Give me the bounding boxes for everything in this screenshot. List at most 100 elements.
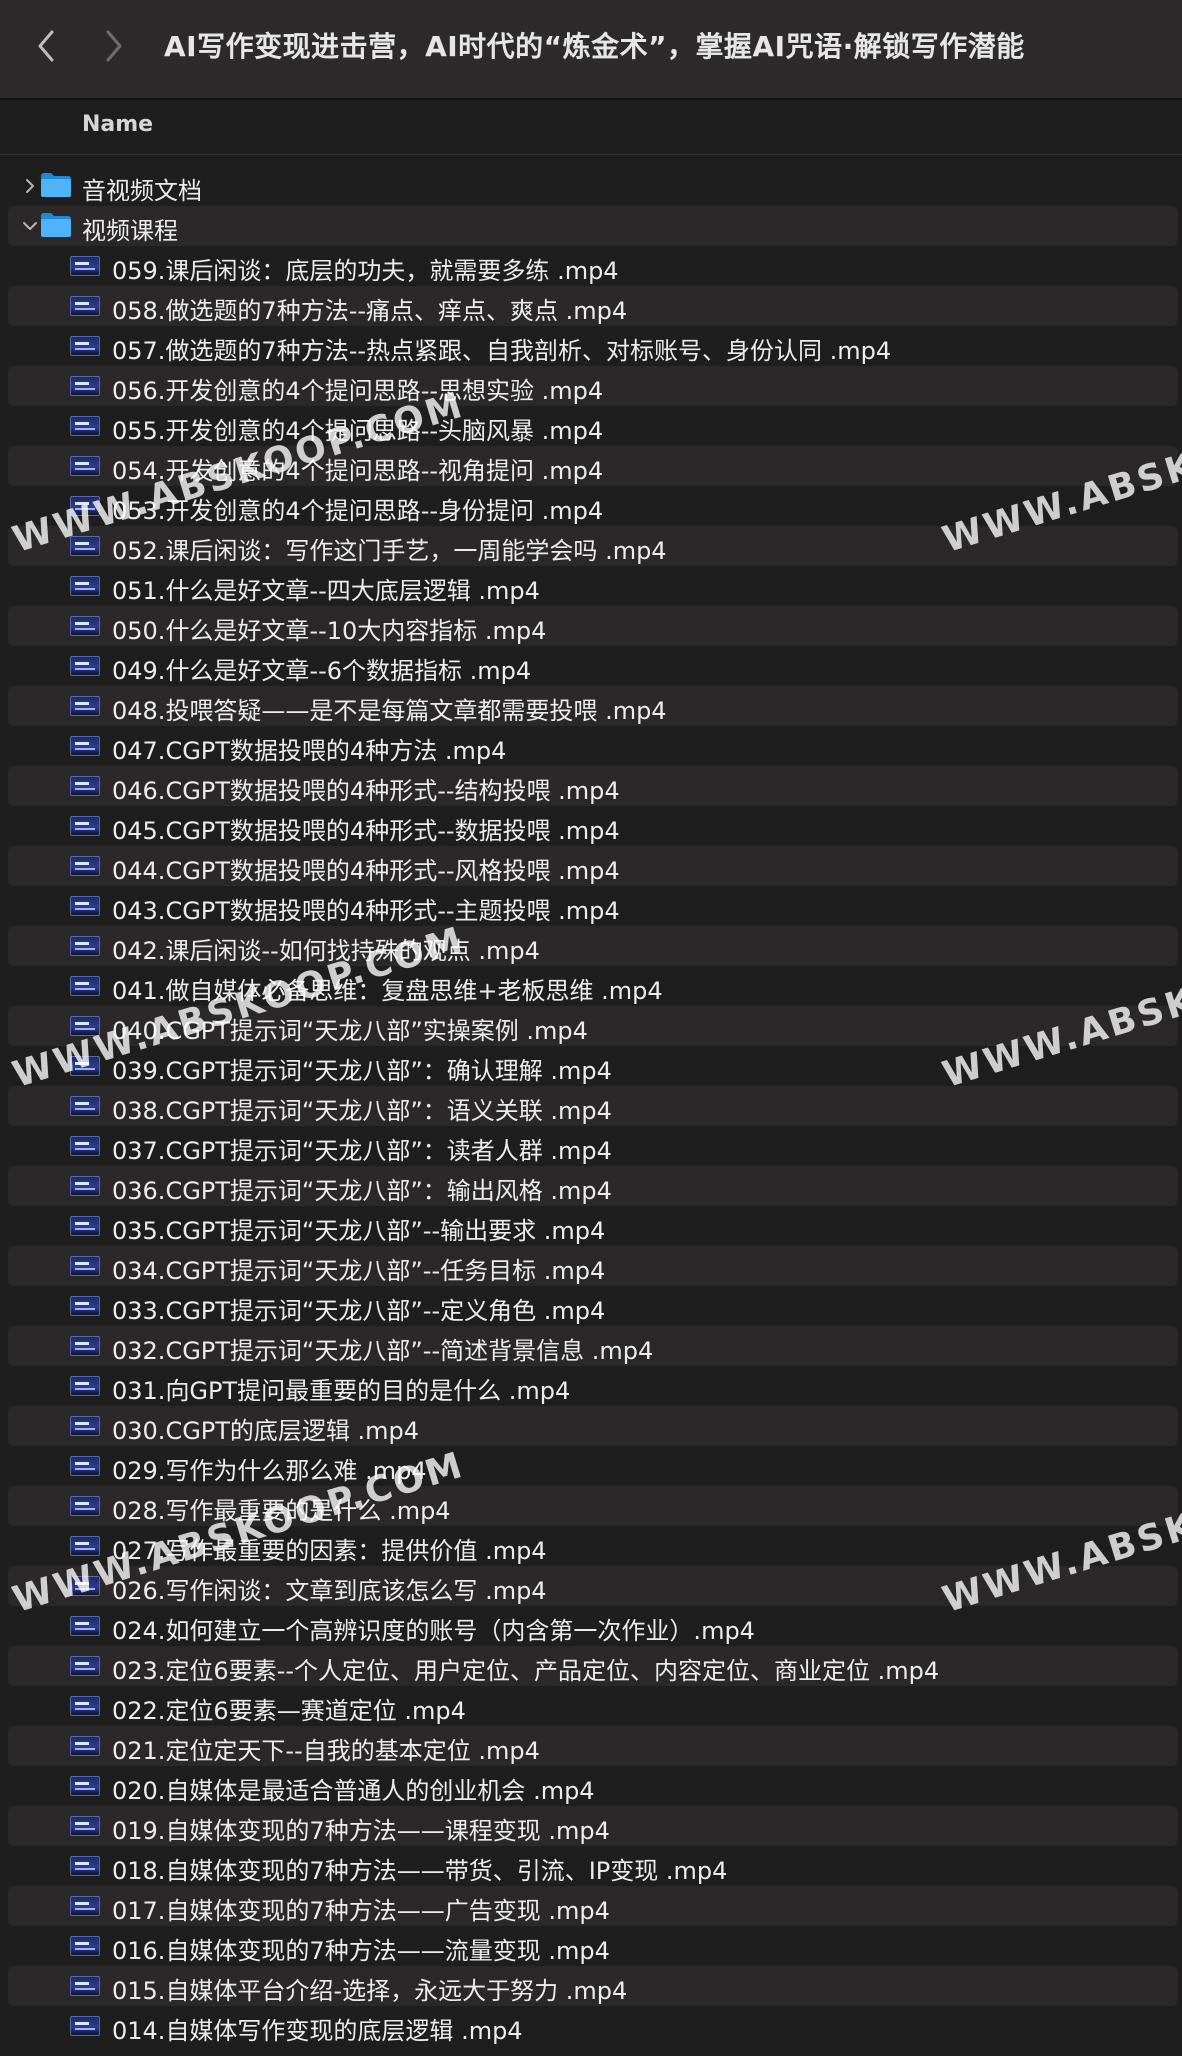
file-row[interactable]: 050.什么是好文章--10大内容指标 .mp4 bbox=[8, 606, 1178, 646]
video-thumbnail-icon bbox=[70, 1696, 100, 1716]
video-thumbnail-icon bbox=[70, 576, 100, 596]
forward-button[interactable] bbox=[94, 26, 134, 66]
file-row[interactable]: 057.做选题的7种方法--热点紧跟、自我剖析、对标账号、身份认同 .mp4 bbox=[8, 326, 1178, 366]
file-label: 054.开发创意的4个提问思路--视角提问 .mp4 bbox=[112, 457, 604, 485]
file-label: 032.CGPT提示词“天龙八部”--简述背景信息 .mp4 bbox=[112, 1337, 654, 1365]
file-row[interactable]: 016.自媒体变现的7种方法——流量变现 .mp4 bbox=[8, 1926, 1178, 1966]
video-thumbnail-icon bbox=[70, 336, 100, 356]
file-row[interactable]: 022.定位6要素—赛道定位 .mp4 bbox=[8, 1686, 1178, 1726]
file-label: 058.做选题的7种方法--痛点、痒点、爽点 .mp4 bbox=[112, 297, 628, 325]
video-thumbnail-icon bbox=[70, 1176, 100, 1196]
file-row[interactable]: 032.CGPT提示词“天龙八部”--简述背景信息 .mp4 bbox=[8, 1326, 1178, 1366]
file-row[interactable]: 051.什么是好文章--四大底层逻辑 .mp4 bbox=[8, 566, 1178, 606]
disclosure-toggle[interactable] bbox=[18, 214, 42, 238]
file-label: 040.CGPT提示词“天龙八部”实操案例 .mp4 bbox=[112, 1017, 588, 1045]
back-button[interactable] bbox=[26, 26, 66, 66]
file-row[interactable]: 030.CGPT的底层逻辑 .mp4 bbox=[8, 1406, 1178, 1446]
video-thumbnail-icon bbox=[70, 1456, 100, 1476]
file-label: 052.课后闲谈：写作这门手艺，一周能学会吗 .mp4 bbox=[112, 537, 667, 565]
file-row[interactable]: 039.CGPT提示词“天龙八部”：确认理解 .mp4 bbox=[8, 1046, 1178, 1086]
file-row[interactable]: 040.CGPT提示词“天龙八部”实操案例 .mp4 bbox=[8, 1006, 1178, 1046]
file-row[interactable]: 024.如何建立一个高辨识度的账号（内含第一次作业）.mp4 bbox=[8, 1606, 1178, 1646]
video-thumbnail-icon bbox=[70, 1816, 100, 1836]
folder-row[interactable]: 视频课程 bbox=[8, 206, 1178, 246]
file-row[interactable]: 036.CGPT提示词“天龙八部”：输出风格 .mp4 bbox=[8, 1166, 1178, 1206]
file-row[interactable]: 028.写作最重要的是什么 .mp4 bbox=[8, 1486, 1178, 1526]
file-label: 033.CGPT提示词“天龙八部”--定义角色 .mp4 bbox=[112, 1297, 606, 1325]
file-row[interactable]: 053.开发创意的4个提问思路--身份提问 .mp4 bbox=[8, 486, 1178, 526]
video-thumbnail-icon bbox=[70, 936, 100, 956]
file-row[interactable]: 034.CGPT提示词“天龙八部”--任务目标 .mp4 bbox=[8, 1246, 1178, 1286]
file-label: 034.CGPT提示词“天龙八部”--任务目标 .mp4 bbox=[112, 1257, 606, 1285]
file-row[interactable]: 047.CGPT数据投喂的4种方法 .mp4 bbox=[8, 726, 1178, 766]
chevron-right-icon bbox=[106, 30, 122, 62]
file-row[interactable]: 026.写作闲谈：文章到底该怎么写 .mp4 bbox=[8, 1566, 1178, 1606]
file-row[interactable]: 031.向GPT提问最重要的目的是什么 .mp4 bbox=[8, 1366, 1178, 1406]
video-thumbnail-icon bbox=[70, 856, 100, 876]
file-row[interactable]: 045.CGPT数据投喂的4种形式--数据投喂 .mp4 bbox=[8, 806, 1178, 846]
file-row[interactable]: 059.课后闲谈：底层的功夫，就需要多练 .mp4 bbox=[8, 246, 1178, 286]
folder-row[interactable]: 音视频文档 bbox=[8, 166, 1178, 206]
file-row[interactable]: 044.CGPT数据投喂的4种形式--风格投喂 .mp4 bbox=[8, 846, 1178, 886]
file-label: 027.写作最重要的因素：提供价值 .mp4 bbox=[112, 1537, 547, 1565]
file-row[interactable]: 042.课后闲谈--如何找持殊的观点 .mp4 bbox=[8, 926, 1178, 966]
file-label: 046.CGPT数据投喂的4种形式--结构投喂 .mp4 bbox=[112, 777, 620, 805]
video-thumbnail-icon bbox=[70, 1056, 100, 1076]
file-label: 023.定位6要素--个人定位、用户定位、产品定位、内容定位、商业定位 .mp4 bbox=[112, 1657, 940, 1685]
file-row[interactable]: 029.写作为什么那么难 .mp4 bbox=[8, 1446, 1178, 1486]
video-thumbnail-icon bbox=[70, 776, 100, 796]
file-label: 049.什么是好文章--6个数据指标 .mp4 bbox=[112, 657, 532, 685]
video-thumbnail-icon bbox=[70, 1776, 100, 1796]
file-row[interactable]: 046.CGPT数据投喂的4种形式--结构投喂 .mp4 bbox=[8, 766, 1178, 806]
file-label: 028.写作最重要的是什么 .mp4 bbox=[112, 1497, 451, 1525]
file-row[interactable]: 048.投喂答疑——是不是每篇文章都需要投喂 .mp4 bbox=[8, 686, 1178, 726]
video-thumbnail-icon bbox=[70, 1336, 100, 1356]
file-row[interactable]: 035.CGPT提示词“天龙八部”--输出要求 .mp4 bbox=[8, 1206, 1178, 1246]
file-row[interactable]: 015.自媒体平台介绍-选择，永远大于努力 .mp4 bbox=[8, 1966, 1178, 2006]
video-thumbnail-icon bbox=[70, 1496, 100, 1516]
column-header-name[interactable]: Name bbox=[82, 112, 153, 137]
video-thumbnail-icon bbox=[70, 1656, 100, 1676]
file-row[interactable]: 054.开发创意的4个提问思路--视角提问 .mp4 bbox=[8, 446, 1178, 486]
file-label: 016.自媒体变现的7种方法——流量变现 .mp4 bbox=[112, 1937, 610, 1965]
file-row[interactable]: 020.自媒体是最适合普通人的创业机会 .mp4 bbox=[8, 1766, 1178, 1806]
video-thumbnail-icon bbox=[70, 456, 100, 476]
column-header: Name bbox=[0, 100, 1182, 155]
file-row[interactable]: 014.自媒体写作变现的底层逻辑 .mp4 bbox=[8, 2006, 1178, 2046]
file-row[interactable]: 055.开发创意的4个提问思路--头脑风暴 .mp4 bbox=[8, 406, 1178, 446]
file-row[interactable]: 041.做自媒体必备思维：复盘思维+老板思维 .mp4 bbox=[8, 966, 1178, 1006]
file-row[interactable]: 038.CGPT提示词“天龙八部”：语义关联 .mp4 bbox=[8, 1086, 1178, 1126]
window-title: AI写作变现进击营，AI时代的“炼金术”，掌握AI咒语·解锁写作潜能 bbox=[164, 30, 1025, 63]
video-thumbnail-icon bbox=[70, 1416, 100, 1436]
file-row[interactable]: 027.写作最重要的因素：提供价值 .mp4 bbox=[8, 1526, 1178, 1566]
file-row[interactable]: 018.自媒体变现的7种方法——带货、引流、IP变现 .mp4 bbox=[8, 1846, 1178, 1886]
video-thumbnail-icon bbox=[70, 296, 100, 316]
file-row[interactable]: 021.定位定天下--自我的基本定位 .mp4 bbox=[8, 1726, 1178, 1766]
file-row[interactable]: 019.自媒体变现的7种方法——课程变现 .mp4 bbox=[8, 1806, 1178, 1846]
file-label: 030.CGPT的底层逻辑 .mp4 bbox=[112, 1417, 420, 1445]
file-row[interactable]: 043.CGPT数据投喂的4种形式--主题投喂 .mp4 bbox=[8, 886, 1178, 926]
file-row[interactable]: 033.CGPT提示词“天龙八部”--定义角色 .mp4 bbox=[8, 1286, 1178, 1326]
video-thumbnail-icon bbox=[70, 1976, 100, 1996]
file-row[interactable]: 037.CGPT提示词“天龙八部”：读者人群 .mp4 bbox=[8, 1126, 1178, 1166]
file-label: 042.课后闲谈--如何找持殊的观点 .mp4 bbox=[112, 937, 540, 965]
video-thumbnail-icon bbox=[70, 2016, 100, 2036]
video-thumbnail-icon bbox=[70, 896, 100, 916]
video-thumbnail-icon bbox=[70, 1136, 100, 1156]
disclosure-toggle[interactable] bbox=[18, 174, 42, 198]
file-row[interactable]: 023.定位6要素--个人定位、用户定位、产品定位、内容定位、商业定位 .mp4 bbox=[8, 1646, 1178, 1686]
video-thumbnail-icon bbox=[70, 1896, 100, 1916]
file-row[interactable]: 017.自媒体变现的7种方法——广告变现 .mp4 bbox=[8, 1886, 1178, 1926]
folder-icon bbox=[41, 173, 71, 197]
file-row[interactable]: 056.开发创意的4个提问思路--思想实验 .mp4 bbox=[8, 366, 1178, 406]
file-row[interactable]: 058.做选题的7种方法--痛点、痒点、爽点 .mp4 bbox=[8, 286, 1178, 326]
file-label: 019.自媒体变现的7种方法——课程变现 .mp4 bbox=[112, 1817, 610, 1845]
video-thumbnail-icon bbox=[70, 616, 100, 636]
folder-label: 音视频文档 bbox=[82, 177, 202, 205]
file-label: 026.写作闲谈：文章到底该怎么写 .mp4 bbox=[112, 1577, 547, 1605]
video-thumbnail-icon bbox=[70, 256, 100, 276]
file-row[interactable]: 052.课后闲谈：写作这门手艺，一周能学会吗 .mp4 bbox=[8, 526, 1178, 566]
file-row[interactable]: 049.什么是好文章--6个数据指标 .mp4 bbox=[8, 646, 1178, 686]
video-thumbnail-icon bbox=[70, 536, 100, 556]
folder-icon bbox=[41, 213, 71, 237]
